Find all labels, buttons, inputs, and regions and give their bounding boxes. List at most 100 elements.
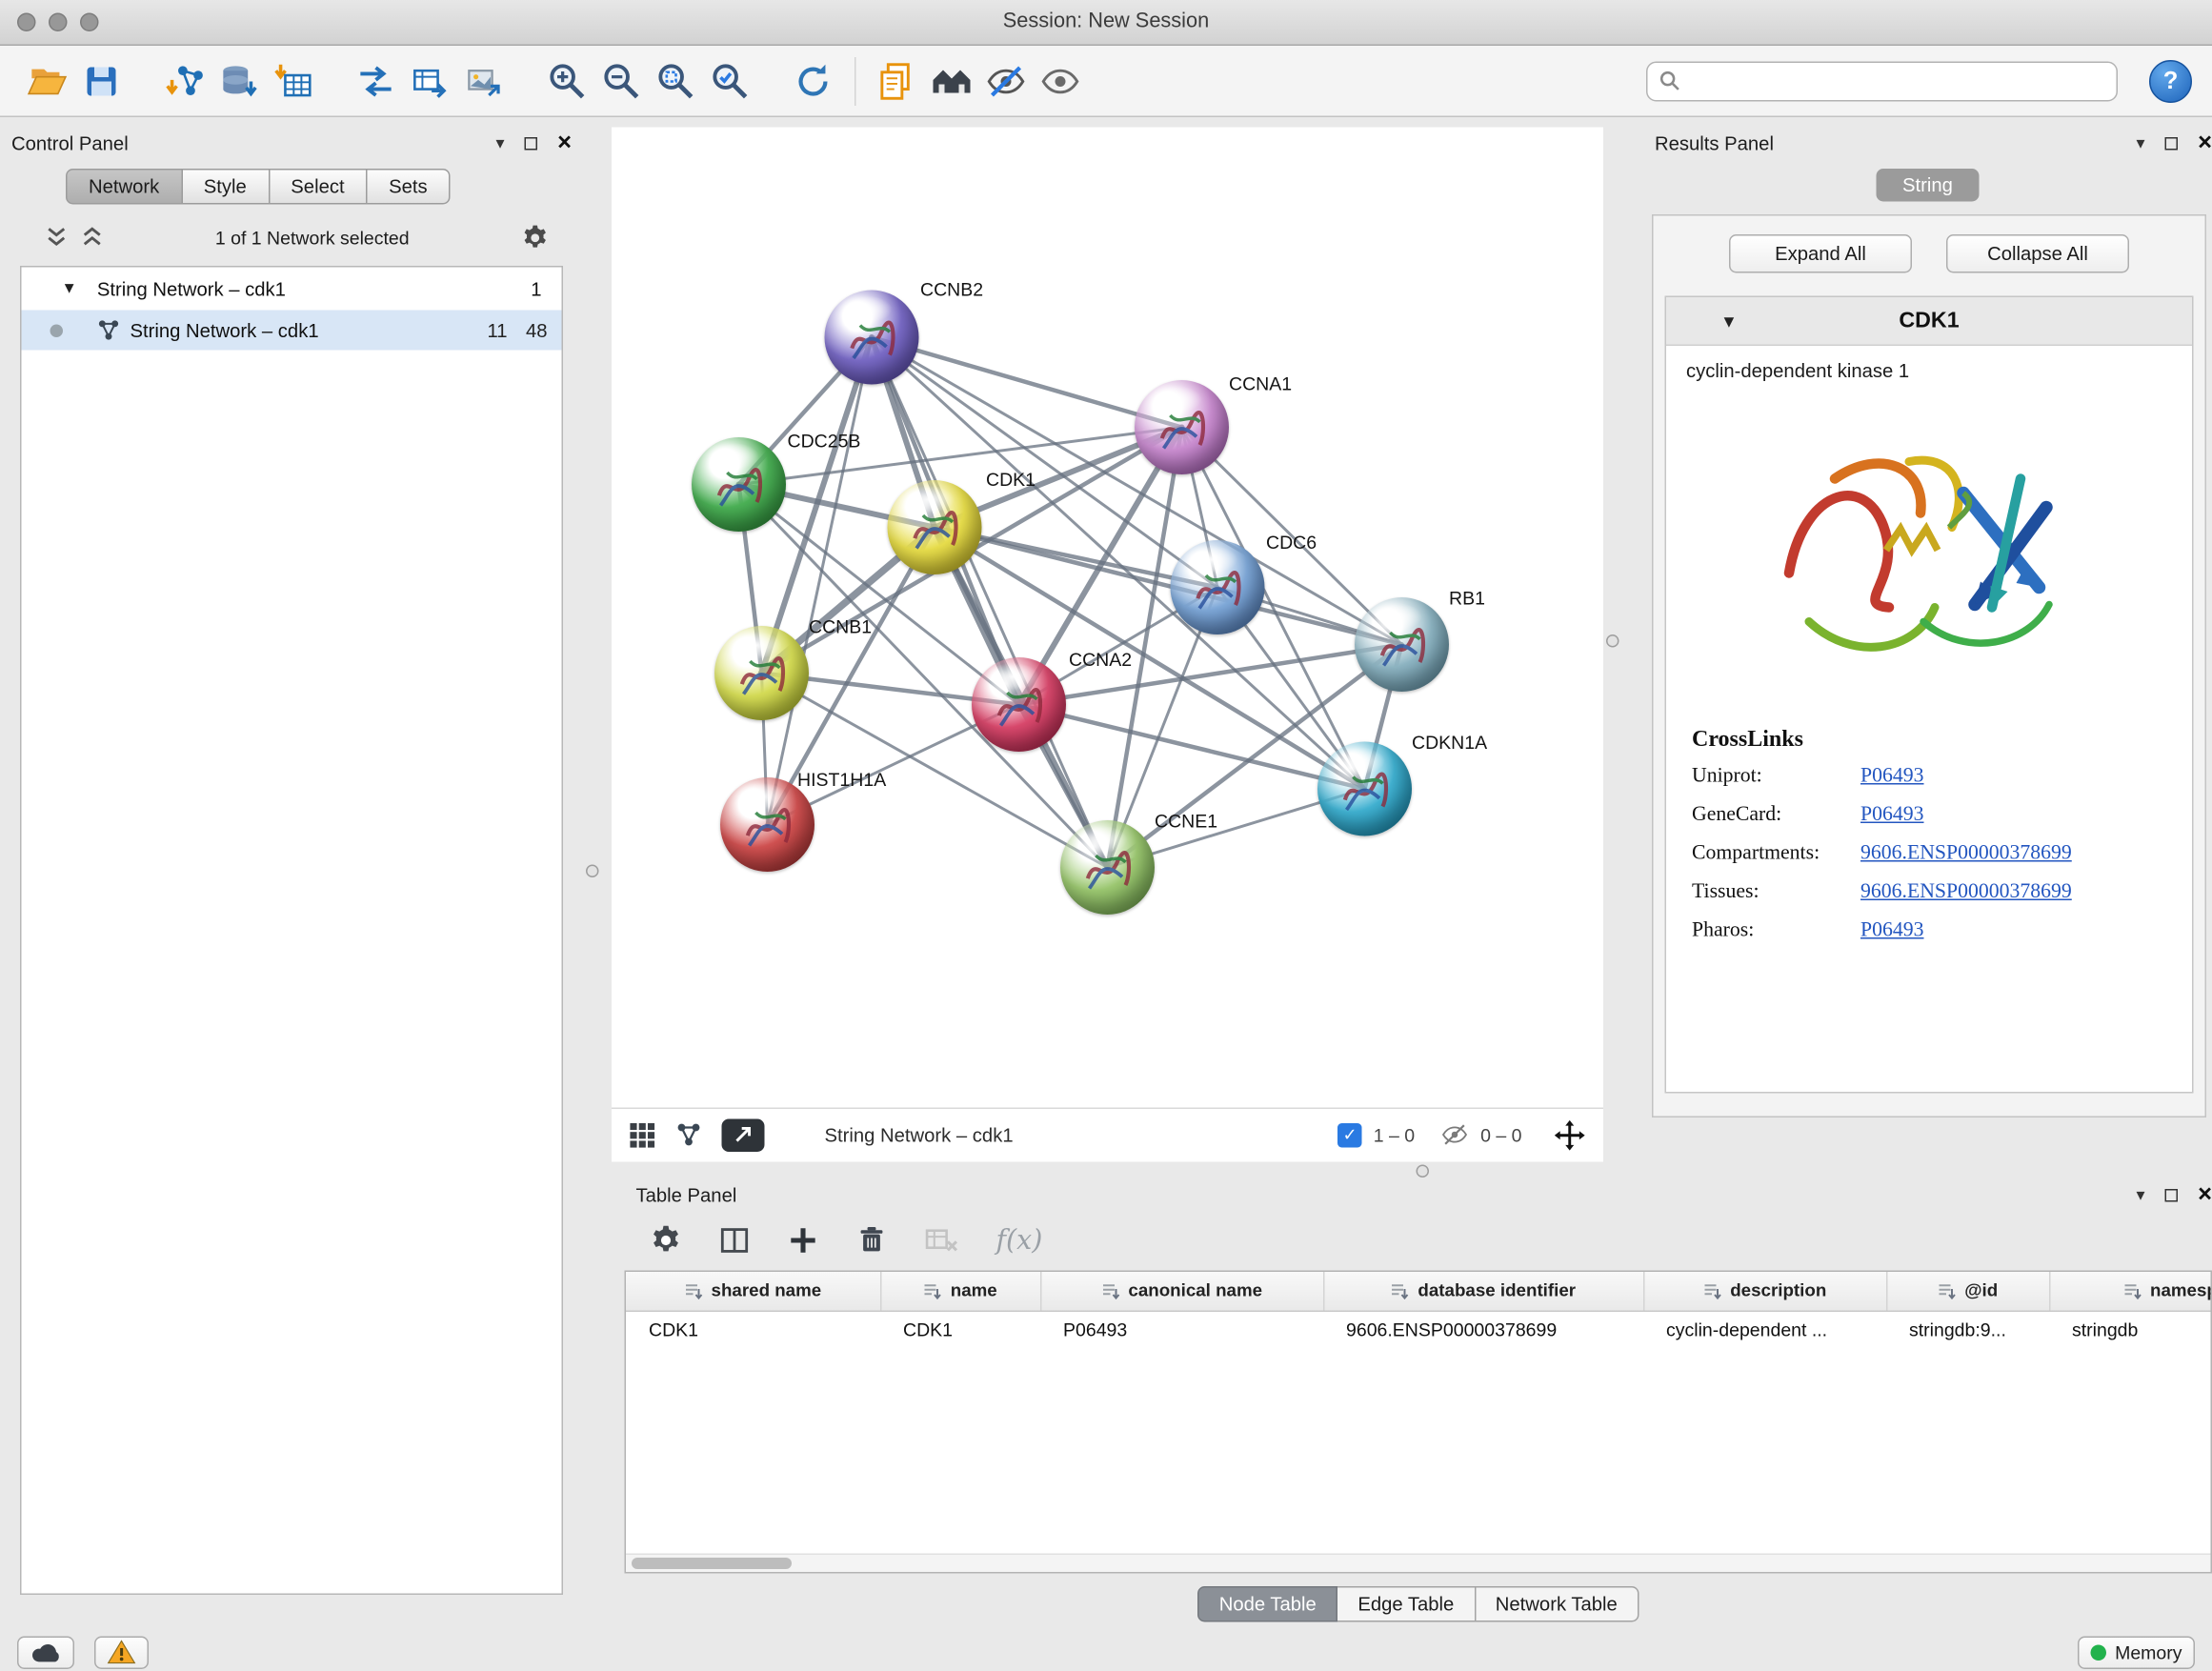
cloud-button[interactable] — [17, 1636, 74, 1669]
search-input[interactable] — [1689, 70, 2105, 92]
gear-icon[interactable] — [651, 1225, 682, 1257]
panel-menu-button[interactable]: ▾ — [2137, 1185, 2145, 1205]
network-node-ccne1[interactable] — [1060, 820, 1155, 915]
compartments-link[interactable]: 9606.ENSP00000378699 — [1860, 842, 2072, 865]
column-header[interactable]: @id — [1886, 1272, 2049, 1311]
memory-button[interactable]: Memory — [2078, 1636, 2195, 1669]
collapse-all-icon[interactable] — [46, 226, 68, 249]
maximize-window-button[interactable] — [80, 13, 99, 32]
network-node-cdkn1a[interactable] — [1317, 742, 1412, 836]
minimize-window-button[interactable] — [49, 13, 68, 32]
vertical-splitter-right[interactable] — [1606, 634, 1619, 648]
tissues-link[interactable]: 9606.ENSP00000378699 — [1860, 880, 2072, 903]
close-window-button[interactable] — [17, 13, 36, 32]
network-node-cdc6[interactable] — [1171, 540, 1265, 634]
import-network-file-button[interactable] — [157, 53, 211, 108]
tree-expand-icon[interactable]: ▼ — [62, 280, 77, 297]
import-network-database-button[interactable] — [211, 53, 266, 108]
open-in-new-window-button[interactable] — [722, 1118, 765, 1152]
column-header[interactable]: name — [880, 1272, 1040, 1311]
gear-icon[interactable] — [522, 224, 550, 252]
network-node-ccna1[interactable] — [1135, 380, 1229, 474]
network-node-ccnb1[interactable] — [714, 626, 809, 720]
column-header[interactable]: database identifier — [1323, 1272, 1643, 1311]
panel-float-button[interactable] — [2165, 136, 2179, 150]
pharos-link[interactable]: P06493 — [1860, 919, 1923, 942]
horizontal-splitter[interactable] — [1417, 1165, 1430, 1178]
zoom-fit-button[interactable] — [649, 53, 703, 108]
show-columns-icon[interactable] — [719, 1225, 751, 1257]
panel-float-button[interactable] — [525, 136, 538, 150]
collapse-all-button[interactable]: Collapse All — [1946, 234, 2129, 273]
show-panels-button[interactable] — [1034, 53, 1088, 108]
network-node-hist1h1a[interactable] — [720, 777, 814, 872]
tab-string[interactable]: String — [1877, 169, 1979, 202]
network-node-ccnb2[interactable] — [825, 291, 919, 385]
network-from-table-button[interactable] — [403, 53, 457, 108]
column-header[interactable]: shared name — [626, 1272, 880, 1311]
tab-style[interactable]: Style — [182, 169, 270, 205]
column-header[interactable]: description — [1643, 1272, 1886, 1311]
network-node-ccna2[interactable] — [972, 657, 1066, 752]
expand-all-icon[interactable] — [82, 226, 104, 249]
help-button[interactable]: ? — [2149, 59, 2192, 102]
cell-id[interactable]: stringdb:9... — [1886, 1311, 2049, 1350]
cell-canonical-name[interactable]: P06493 — [1040, 1311, 1323, 1350]
delete-icon[interactable] — [856, 1225, 888, 1257]
protein-section-header[interactable]: ▼ CDK1 — [1666, 297, 2192, 346]
node-table[interactable]: shared name name canonical name database… — [625, 1271, 2212, 1574]
panel-menu-button[interactable]: ▾ — [496, 133, 505, 153]
tab-node-table[interactable]: Node Table — [1197, 1586, 1337, 1622]
vertical-splitter-left[interactable] — [586, 865, 599, 878]
home-button[interactable] — [925, 53, 979, 108]
export-image-button[interactable] — [457, 53, 512, 108]
tab-select[interactable]: Select — [270, 169, 368, 205]
scrollbar-thumb[interactable] — [632, 1558, 792, 1569]
open-session-button[interactable] — [20, 53, 74, 108]
tab-edge-table[interactable]: Edge Table — [1337, 1586, 1475, 1622]
hide-panels-button[interactable] — [979, 53, 1034, 108]
cell-namespace[interactable]: stringdb — [2049, 1311, 2212, 1350]
search-box[interactable] — [1646, 61, 2118, 101]
warning-button[interactable] — [94, 1636, 149, 1669]
cell-database-identifier[interactable]: 9606.ENSP00000378699 — [1323, 1311, 1643, 1350]
pan-crosshair-icon[interactable] — [1554, 1118, 1587, 1152]
table-row[interactable]: CDK1 CDK1 P06493 9606.ENSP00000378699 cy… — [626, 1311, 2212, 1350]
panel-float-button[interactable] — [2165, 1188, 2179, 1201]
cell-name[interactable]: CDK1 — [880, 1311, 1040, 1350]
tab-sets[interactable]: Sets — [368, 169, 451, 205]
tab-network-table[interactable]: Network Table — [1476, 1586, 1639, 1622]
network-node-cdc25b[interactable] — [692, 437, 786, 532]
horizontal-scrollbar[interactable] — [626, 1554, 2211, 1573]
collapse-section-icon[interactable]: ▼ — [1720, 311, 1738, 331]
panel-menu-button[interactable]: ▾ — [2137, 133, 2145, 153]
column-header[interactable]: canonical name — [1040, 1272, 1323, 1311]
network-node-rb1[interactable] — [1355, 597, 1449, 692]
import-table-file-button[interactable] — [266, 53, 320, 108]
copy-button[interactable] — [871, 53, 925, 108]
selected-checkbox-icon[interactable]: ✓ — [1337, 1122, 1362, 1147]
panel-close-button[interactable]: × — [2198, 1186, 2212, 1203]
cell-description[interactable]: cyclin-dependent ... — [1643, 1311, 1886, 1350]
add-icon[interactable] — [788, 1225, 819, 1257]
cell-shared-name[interactable]: CDK1 — [626, 1311, 880, 1350]
save-session-button[interactable] — [74, 53, 129, 108]
zoom-in-button[interactable] — [540, 53, 594, 108]
column-header[interactable]: namespac — [2049, 1272, 2212, 1311]
refresh-view-button[interactable] — [786, 53, 840, 108]
zoom-selected-button[interactable] — [703, 53, 757, 108]
clone-network-button[interactable] — [349, 53, 403, 108]
birdseye-icon[interactable] — [629, 1121, 656, 1149]
expand-all-button[interactable]: Expand All — [1729, 234, 1912, 273]
network-canvas[interactable]: CCNB2CCNA1CDC25BCDK1CDC6RB1CCNB1CCNA2CDK… — [612, 128, 1603, 1108]
genecard-link[interactable]: P06493 — [1860, 803, 1923, 826]
share-network-icon[interactable] — [676, 1122, 702, 1148]
network-node-cdk1[interactable] — [888, 480, 982, 574]
uniprot-link[interactable]: P06493 — [1860, 765, 1923, 788]
network-collection-row[interactable]: ▼ String Network – cdk1 1 — [22, 268, 562, 311]
panel-close-button[interactable]: × — [557, 134, 572, 151]
panel-close-button[interactable]: × — [2198, 134, 2212, 151]
zoom-out-button[interactable] — [594, 53, 649, 108]
tab-network[interactable]: Network — [66, 169, 182, 205]
network-row-selected[interactable]: String Network – cdk1 11 48 — [22, 311, 562, 351]
